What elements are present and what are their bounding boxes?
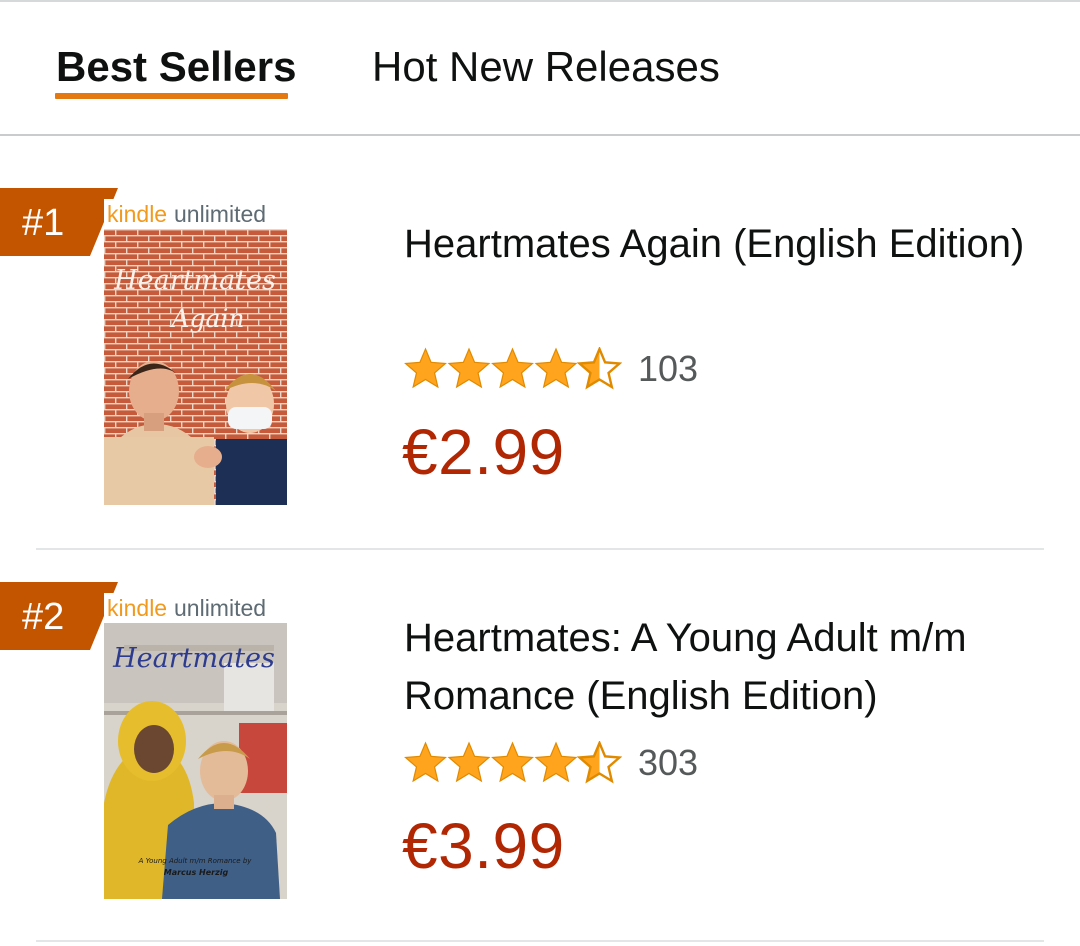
- star-icon: [534, 347, 578, 389]
- price: €2.99: [402, 416, 565, 488]
- star-icon: [404, 741, 447, 783]
- cover-tagline: A Young Adult m/m Romance by: [138, 857, 253, 865]
- svg-text:unlimited: unlimited: [174, 201, 266, 227]
- svg-text:Heartmates: Heartmates: [113, 265, 276, 296]
- star-rating-icon: [404, 347, 622, 390]
- svg-text:kindle: kindle: [107, 201, 167, 227]
- item-divider: [36, 940, 1044, 942]
- tab-hot-new-releases[interactable]: Hot New Releases: [372, 42, 720, 92]
- tab-bar: Best Sellers Hot New Releases: [0, 2, 1080, 136]
- list-item[interactable]: #2 kindle unlimited Heartmates A Young A…: [0, 529, 1080, 923]
- cover-author: Marcus Herzig: [164, 868, 229, 877]
- book-cover-image[interactable]: kindle unlimited Heartmates Again: [104, 199, 287, 505]
- star-icon: [534, 741, 578, 783]
- star-icon: [576, 741, 622, 784]
- product-title-link[interactable]: Heartmates Again (English Edition): [404, 215, 1044, 273]
- svg-text:kindle: kindle: [107, 595, 167, 621]
- rank-badge: #2: [0, 582, 118, 650]
- list-item[interactable]: #1 kindle unlimited Heartmates Again Hea…: [0, 135, 1080, 529]
- star-icon: [576, 347, 622, 390]
- price: €3.99: [402, 810, 565, 882]
- star-icon: [447, 741, 491, 783]
- svg-text:Again: Again: [169, 304, 244, 333]
- svg-text:Heartmates: Heartmates: [112, 643, 275, 674]
- star-icon: [404, 347, 447, 389]
- rank-label: #2: [22, 596, 65, 638]
- book-cover-image[interactable]: kindle unlimited Heartmates A Young Adul…: [104, 593, 287, 899]
- product-title-link[interactable]: Heartmates: A Young Adult m/m Romance (E…: [404, 609, 1044, 725]
- rank-badge: #1: [0, 188, 118, 256]
- svg-text:unlimited: unlimited: [174, 595, 266, 621]
- rank-label: #1: [22, 202, 65, 244]
- review-count-link[interactable]: 303: [638, 743, 698, 783]
- star-rating-icon: [404, 741, 622, 784]
- star-icon: [491, 347, 534, 389]
- star-icon: [447, 347, 491, 389]
- active-tab-indicator: [55, 93, 288, 99]
- tab-best-sellers[interactable]: Best Sellers: [56, 42, 296, 92]
- star-icon: [491, 741, 534, 783]
- review-count-link[interactable]: 103: [638, 349, 698, 389]
